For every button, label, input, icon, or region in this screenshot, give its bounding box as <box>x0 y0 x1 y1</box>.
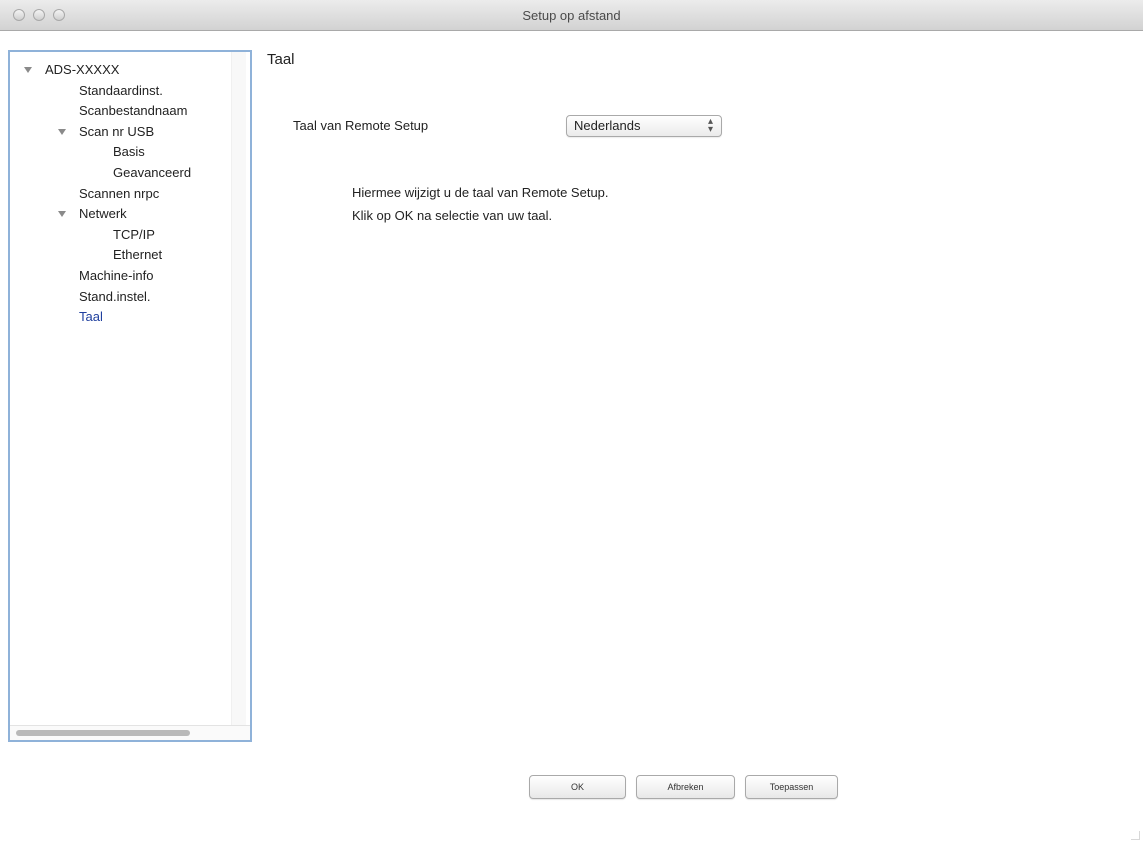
sidebar-item-label: Basis <box>113 144 145 160</box>
remote-setup-window: Setup op afstand ADS-XXXXX Standaardinst.… <box>0 0 1143 843</box>
disclosure-triangle-icon[interactable] <box>24 67 32 73</box>
language-select-value: Nederlands <box>574 118 641 133</box>
description-line-1: Hiermee wijzigt u de taal van Remote Set… <box>352 185 609 200</box>
sidebar-item-label: Ethernet <box>113 247 163 263</box>
sidebar-item-label: Geavanceerd <box>113 165 192 180</box>
sidebar-item-label: Netwerk <box>79 206 127 222</box>
language-select[interactable]: Nederlands ▴ ▾ <box>566 115 722 137</box>
sidebar-item-geavanceerd[interactable]: Geavanceerd <box>113 163 191 183</box>
sidebar-item-tcp-ip[interactable]: TCP/IP <box>113 225 155 245</box>
vertical-scroll-track[interactable] <box>231 52 246 726</box>
title-bar[interactable]: Setup op afstand <box>0 0 1143 31</box>
sidebar-item-label: Machine-info <box>79 268 154 283</box>
language-label: Taal van Remote Setup <box>293 118 429 133</box>
sidebar-item-stand-instel[interactable]: Stand.instel. <box>79 287 151 307</box>
sidebar-item-label: ADS-XXXXX <box>45 62 120 77</box>
updown-arrows-icon: ▴ ▾ <box>707 116 713 135</box>
sidebar-item-taal[interactable]: Taal <box>79 307 103 327</box>
resize-grip-icon[interactable] <box>1131 831 1140 840</box>
ok-button[interactable]: OK <box>529 775 626 799</box>
sidebar-item-scannen-nrpc[interactable]: Scannen nrpc <box>79 184 159 204</box>
sidebar-item-standaardinst[interactable]: Standaardinst. <box>79 81 163 101</box>
disclosure-triangle-icon[interactable] <box>58 211 66 218</box>
sidebar-item-basis[interactable]: Basis <box>113 142 145 162</box>
sidebar-item-label: Stand.instel. <box>79 288 151 304</box>
sidebar-item-label: TCP/IP <box>113 226 155 242</box>
sidebar-item-scan-nr-usb[interactable]: Scan nr USB <box>79 122 154 142</box>
description-line-2: Klik op OK na selectie van uw taal. <box>352 208 553 223</box>
settings-tree[interactable]: ADS-XXXXX Standaardinst. Scanbestandnaam Sc… <box>8 50 252 742</box>
sidebar-item-ethernet[interactable]: Ethernet <box>113 245 162 265</box>
sidebar-item-label: Scan nr USB <box>79 123 155 139</box>
sidebar-item-label: Scannen nrpc <box>79 185 160 201</box>
sidebar-item-label: Standaardinst. <box>79 82 163 98</box>
panel-title: Taal <box>267 51 295 68</box>
apply-button[interactable]: Toepassen <box>745 775 838 799</box>
sidebar-item-ads-xxxxx[interactable]: ADS-XXXXX <box>45 60 119 80</box>
window-title: Setup op afstand <box>522 8 621 23</box>
cancel-button[interactable]: Afbreken <box>636 775 735 799</box>
horizontal-scroll-thumb[interactable] <box>16 730 190 736</box>
disclosure-triangle-icon[interactable] <box>58 128 66 135</box>
sidebar-item-scanbestandnaam[interactable]: Scanbestandnaam <box>79 101 187 121</box>
horizontal-scrollbar[interactable] <box>10 725 250 740</box>
sidebar-item-netwerk[interactable]: Netwerk <box>79 204 127 224</box>
sidebar-item-machine-info[interactable]: Machine-info <box>79 266 153 286</box>
sidebar-item-label: Taal <box>79 309 103 325</box>
sidebar-item-label: Scanbestandnaam <box>79 103 188 119</box>
